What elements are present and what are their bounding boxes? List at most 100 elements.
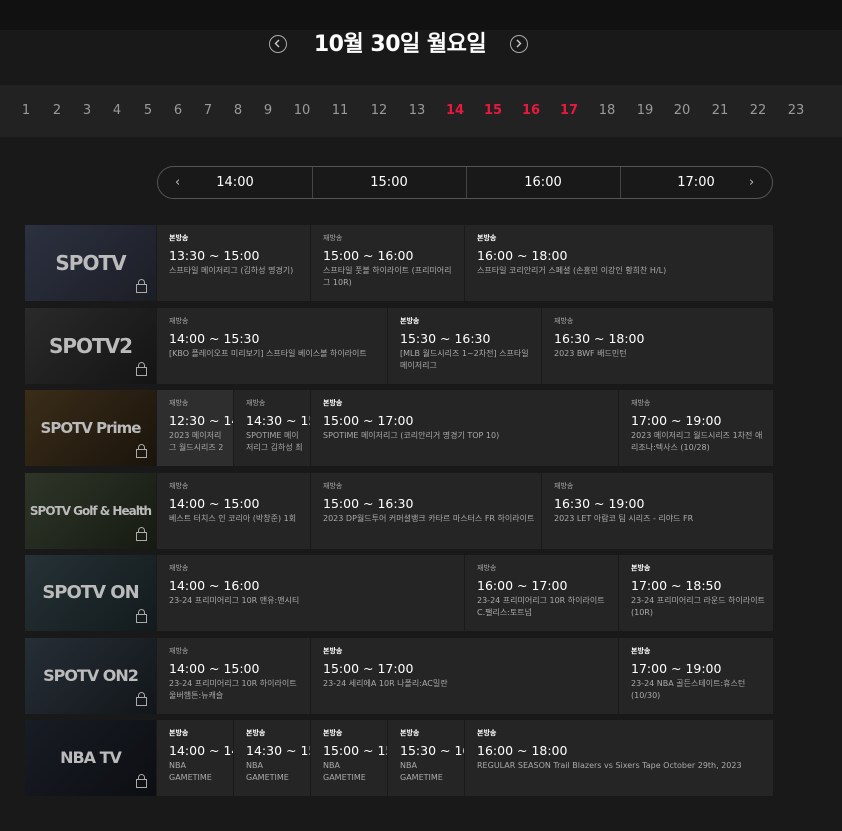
- hour-15[interactable]: 15: [478, 85, 508, 137]
- hour-2[interactable]: 2: [42, 85, 72, 137]
- channel-logo[interactable]: SPOTV ON2: [25, 638, 156, 714]
- top-bar: [0, 0, 842, 30]
- program-cell[interactable]: 재방송 14:30 ~ 15:00 SPOTIME 메이저리그 김하성 최고의 수비…: [233, 390, 310, 466]
- program-title: 23-24 세리에A 10R 나폴리:AC밀란: [323, 679, 448, 688]
- prev-day-button[interactable]: [269, 35, 287, 53]
- program-cell[interactable]: 재방송 14:00 ~ 15:00 23-24 프리미어리그 10R 하이라이트 울…: [156, 638, 310, 714]
- date-title: 10월 30일 월요일: [313, 32, 487, 57]
- channel-logo[interactable]: SPOTV Prime: [25, 390, 156, 466]
- hour-3[interactable]: 3: [72, 85, 102, 137]
- program-cell[interactable]: 본방송 14:00 ~ 14:30 NBA GAMETIME: [156, 720, 233, 796]
- program-time: 16:00 ~ 18:00: [477, 248, 568, 263]
- program-title: 23-24 프리미어리그 10R 맨유:맨시티: [169, 596, 300, 605]
- hour-7[interactable]: 7: [193, 85, 223, 137]
- program-cell[interactable]: 본방송 15:00 ~ 17:00 23-24 세리에A 10R 나폴리:AC밀란: [310, 638, 618, 714]
- chevron-left-icon: [274, 39, 280, 48]
- channel-logo[interactable]: SPOTV: [25, 225, 156, 301]
- hour-selector: 01234567891011121314151617181920212223: [0, 85, 842, 137]
- program-title: NBA GAMETIME: [246, 761, 289, 782]
- channel-logo[interactable]: NBA TV: [25, 720, 156, 796]
- program-cell[interactable]: 재방송 14:00 ~ 15:00 베스트 터치스 인 코리아 (박창준) 1회: [156, 473, 310, 549]
- hour-23[interactable]: 23: [781, 85, 811, 137]
- broadcast-type-badge: 본방송: [323, 647, 343, 655]
- hour-6[interactable]: 6: [163, 85, 193, 137]
- hour-4[interactable]: 4: [102, 85, 132, 137]
- hour-16[interactable]: 16: [516, 85, 546, 137]
- program-title: 스프타일 메이저리그 (김하성 명경기): [169, 266, 294, 275]
- broadcast-type-badge: 본방송: [631, 564, 651, 572]
- lock-icon: [136, 362, 147, 376]
- channel-logo[interactable]: SPOTV ON: [25, 555, 156, 631]
- program-cell[interactable]: 본방송 16:00 ~ 18:00 스프타일 코리안리거 스페셜 (손흥민 이강인 …: [464, 225, 773, 301]
- program-title: NBA GAMETIME: [400, 761, 443, 782]
- program-cell[interactable]: 재방송 16:30 ~ 19:00 2023 LET 아람코 팀 시리즈 - 리야드…: [541, 473, 773, 549]
- next-day-button[interactable]: [510, 35, 528, 53]
- hour-12[interactable]: 12: [364, 85, 394, 137]
- program-cell[interactable]: 재방송 16:30 ~ 18:00 2023 BWF 배드민턴: [541, 308, 773, 384]
- broadcast-type-badge: 재방송: [554, 317, 574, 325]
- program-cell[interactable]: 본방송 17:00 ~ 18:50 23-24 프리미어리그 라운드 하이라이트 (…: [618, 555, 773, 631]
- program-cell[interactable]: 본방송 15:00 ~ 15:30 NBA GAMETIME: [310, 720, 387, 796]
- program-title: SPOTIME 메이저리그 (코리안리거 명경기 TOP 10): [323, 431, 500, 440]
- channel-row: SPOTV2 재방송 14:00 ~ 15:30 [KBO 플레이오프 미리보기] 스…: [25, 308, 773, 384]
- hour-20[interactable]: 20: [667, 85, 697, 137]
- program-cell[interactable]: 본방송 14:30 ~ 15:00 NBA GAMETIME: [233, 720, 310, 796]
- program-cell[interactable]: 재방송 15:00 ~ 16:30 2023 DP월드투어 커머셜뱅크 카타르 마스…: [310, 473, 541, 549]
- program-cell[interactable]: 재방송 14:00 ~ 16:00 23-24 프리미어리그 10R 맨유:맨시티: [156, 555, 464, 631]
- hour-1[interactable]: 1: [11, 85, 41, 137]
- program-title: 23-24 프리미어리그 라운드 하이라이트 (10R): [631, 596, 765, 617]
- timebar-next-button[interactable]: ›: [749, 167, 754, 198]
- time-slot-1600: 16:00: [524, 175, 562, 190]
- date-navigator: 10월 30일 월요일: [0, 30, 842, 60]
- broadcast-type-badge: 본방송: [631, 647, 651, 655]
- program-time: 13:30 ~ 15:00: [169, 248, 260, 263]
- broadcast-type-badge: 재방송: [323, 482, 343, 490]
- channel-logo[interactable]: SPOTV2: [25, 308, 156, 384]
- program-cell[interactable]: 본방송 13:30 ~ 15:00 스프타일 메이저리그 (김하성 명경기): [156, 225, 310, 301]
- broadcast-type-badge: 재방송: [169, 399, 189, 407]
- channel-logo[interactable]: SPOTV Golf & Health: [25, 473, 156, 549]
- program-cell[interactable]: 본방송 15:00 ~ 17:00 SPOTIME 메이저리그 (코리안리거 명경기…: [310, 390, 618, 466]
- broadcast-type-badge: 본방송: [400, 729, 420, 737]
- time-slot-1400: 14:00: [216, 175, 254, 190]
- hour-13[interactable]: 13: [402, 85, 432, 137]
- broadcast-type-badge: 재방송: [631, 399, 651, 407]
- hour-0[interactable]: 0: [0, 85, 11, 137]
- program-cell[interactable]: 본방송 17:00 ~ 19:00 23-24 NBA 골든스테이트:휴스턴 (10…: [618, 638, 773, 714]
- program-title: 2023 메이저리그 월드시리즈 2차전 애리조나:텍사스: [169, 431, 224, 452]
- program-time: 14:00 ~ 14:30: [169, 743, 233, 758]
- hour-19[interactable]: 19: [630, 85, 660, 137]
- hour-10[interactable]: 10: [287, 85, 317, 137]
- hour-14[interactable]: 14: [440, 85, 470, 137]
- program-cell[interactable]: 재방송 12:30 ~ 14:30 2023 메이저리그 월드시리즈 2차전 애리조…: [156, 390, 233, 466]
- program-time: 17:00 ~ 19:00: [631, 413, 722, 428]
- program-title: 23-24 프리미어리그 10R 하이라이트 울버햄튼:뉴캐슬: [169, 679, 297, 700]
- hour-22[interactable]: 22: [743, 85, 773, 137]
- program-cell[interactable]: 재방송 17:00 ~ 19:00 2023 메이저리그 월드시리즈 1차전 애리조…: [618, 390, 773, 466]
- program-cell[interactable]: 본방송 16:00 ~ 18:00 REGULAR SEASON Trail Bla…: [464, 720, 773, 796]
- hour-17[interactable]: 17: [554, 85, 584, 137]
- program-time: 14:00 ~ 16:00: [169, 578, 260, 593]
- program-title: SPOTIME 메이저리그 김하성 최고의 수비 2: [246, 431, 303, 452]
- broadcast-type-badge: 본방송: [323, 729, 343, 737]
- hour-5[interactable]: 5: [133, 85, 163, 137]
- time-slot-1500: 15:00: [370, 175, 408, 190]
- program-cell[interactable]: 본방송 15:30 ~ 16:30 [MLB 월드시리즈 1~2차전] 스프타일 메…: [387, 308, 541, 384]
- hour-8[interactable]: 8: [223, 85, 253, 137]
- program-title: 23-24 프리미어리그 10R 하이라이트 C.팰리스:토트넘: [477, 596, 605, 617]
- program-title: 2023 LET 아람코 팀 시리즈 - 리야드 FR: [554, 514, 694, 523]
- broadcast-type-badge: 재방송: [169, 564, 189, 572]
- hour-18[interactable]: 18: [592, 85, 622, 137]
- broadcast-type-badge: 본방송: [169, 729, 189, 737]
- program-cell[interactable]: 재방송 14:00 ~ 15:30 [KBO 플레이오프 미리보기] 스프타일 베이…: [156, 308, 387, 384]
- program-cell[interactable]: 본방송 15:30 ~ 16:00 NBA GAMETIME: [387, 720, 464, 796]
- program-cell[interactable]: 재방송 15:00 ~ 16:00 스프타일 풋볼 하이라이트 (프리미어리그 10…: [310, 225, 464, 301]
- hour-21[interactable]: 21: [705, 85, 735, 137]
- program-title: REGULAR SEASON Trail Blazers vs Sixers T…: [477, 761, 742, 770]
- hour-11[interactable]: 11: [325, 85, 355, 137]
- channel-row: NBA TV 본방송 14:00 ~ 14:30 NBA GAMETIME 본방송 14:…: [25, 720, 773, 796]
- program-cell[interactable]: 재방송 16:00 ~ 17:00 23-24 프리미어리그 10R 하이라이트 C…: [464, 555, 618, 631]
- hour-9[interactable]: 9: [253, 85, 283, 137]
- time-slot-bar: ‹ 14:00 15:00 16:00 17:00 ›: [157, 166, 773, 199]
- program-time: 15:00 ~ 16:30: [323, 496, 414, 511]
